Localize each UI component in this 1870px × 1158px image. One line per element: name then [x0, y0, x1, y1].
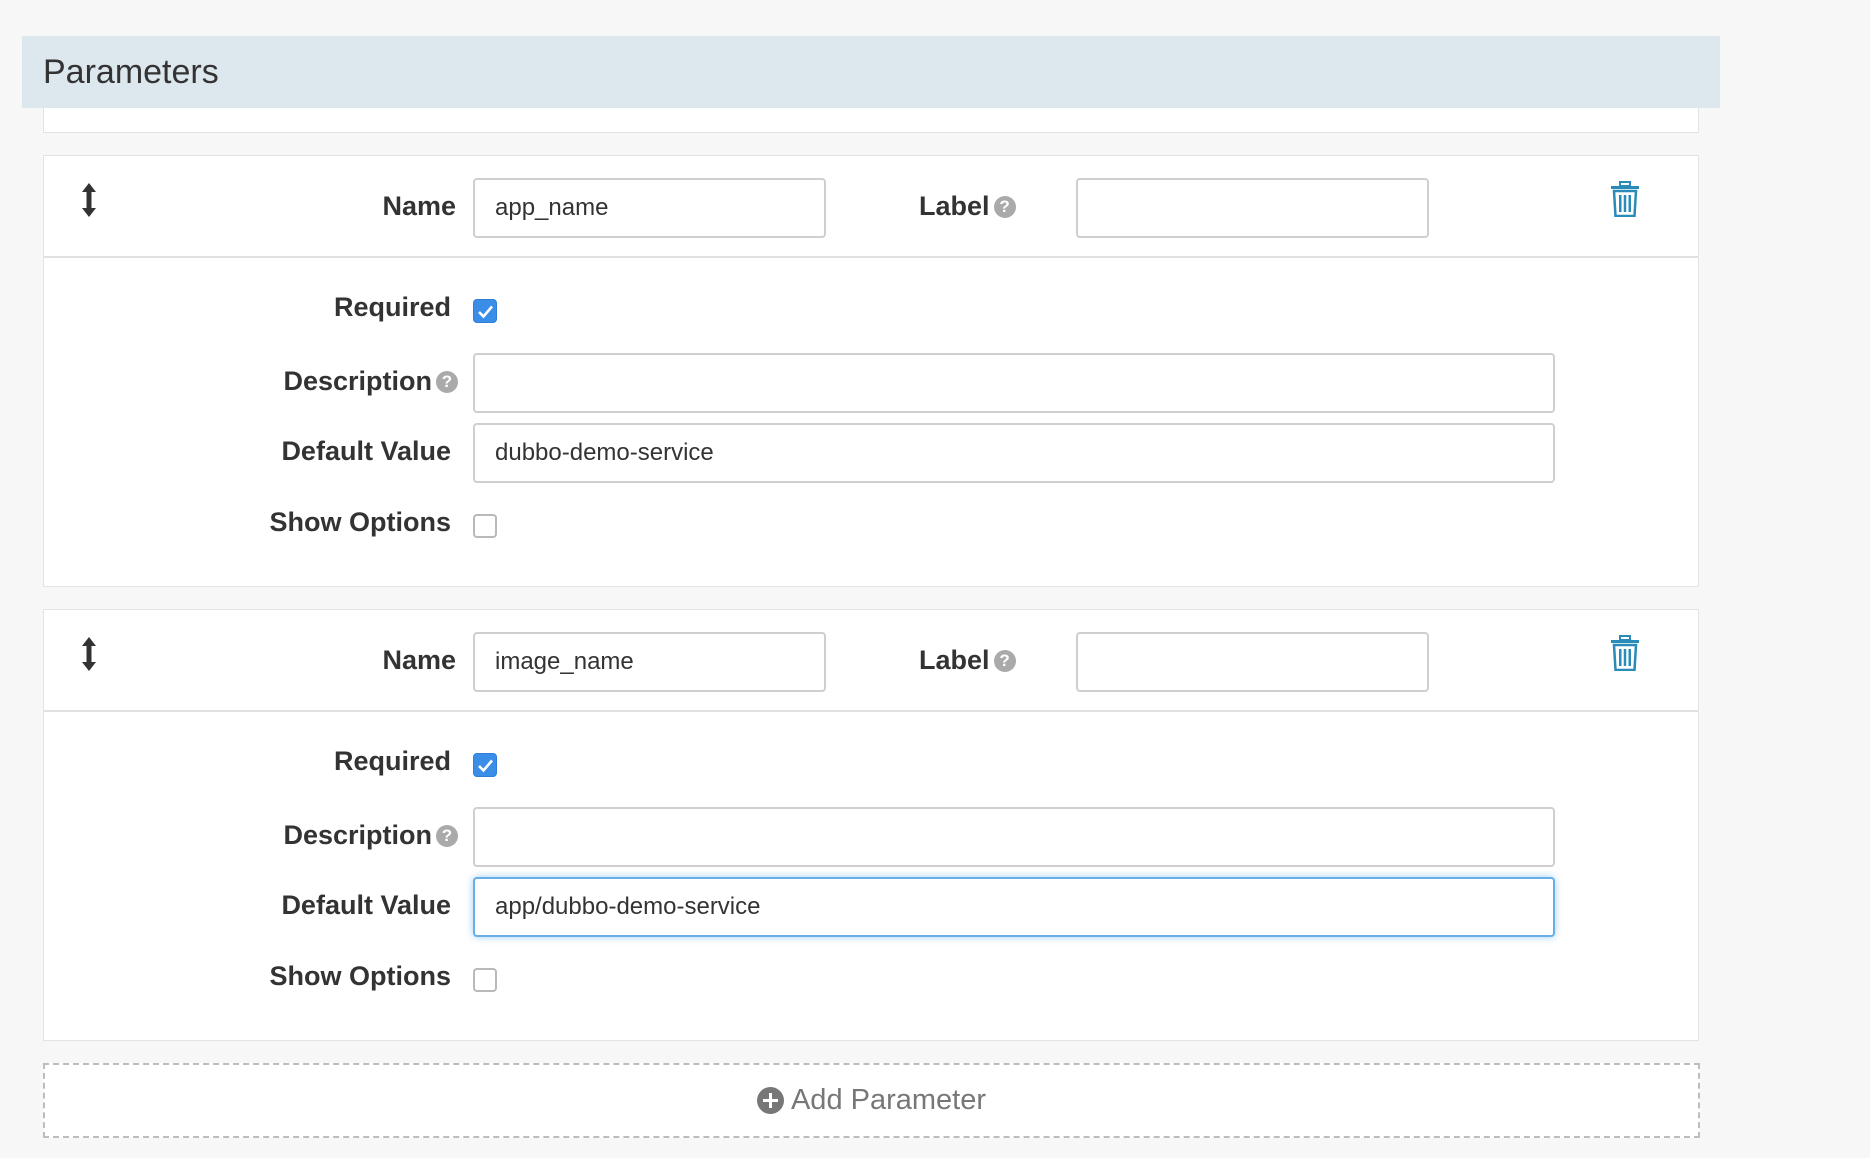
label-label: Label? — [919, 191, 1016, 222]
previous-card-edge — [43, 108, 1699, 133]
description-input[interactable] — [473, 353, 1555, 413]
add-parameter-button[interactable]: Add Parameter — [43, 1063, 1700, 1138]
help-icon[interactable]: ? — [436, 371, 458, 393]
parameter-card-header: Name Label? — [44, 610, 1698, 712]
trash-icon[interactable] — [1610, 181, 1640, 217]
help-icon[interactable]: ? — [993, 196, 1016, 218]
description-input[interactable] — [473, 807, 1555, 867]
show-options-label: Show Options — [269, 961, 452, 991]
label-label-text: Label — [919, 645, 990, 675]
required-checkbox[interactable] — [473, 753, 497, 777]
show-options-label: Show Options — [269, 507, 452, 537]
label-input[interactable] — [1076, 632, 1429, 692]
help-icon[interactable]: ? — [993, 650, 1016, 672]
name-input[interactable] — [473, 178, 826, 238]
description-label: Description? — [194, 820, 458, 851]
parameter-card: Name Label? Required Description? Defaul… — [43, 155, 1699, 587]
parameter-card: Name Label? Required Description? Defaul… — [43, 609, 1699, 1041]
checkmark-icon — [478, 759, 493, 773]
label-label-text: Label — [919, 191, 990, 221]
name-input[interactable] — [473, 632, 826, 692]
label-label: Label? — [919, 645, 1016, 676]
required-label: Required — [333, 746, 451, 776]
parameter-card-header: Name Label? — [44, 156, 1698, 258]
label-input[interactable] — [1076, 178, 1429, 238]
description-label-text: Description — [283, 366, 432, 396]
show-options-checkbox[interactable] — [473, 968, 497, 992]
default-value-input[interactable] — [473, 877, 1555, 937]
default-value-input[interactable] — [473, 423, 1555, 483]
name-label: Name — [382, 645, 456, 675]
required-label: Required — [333, 292, 451, 322]
section-title: Parameters — [43, 52, 219, 91]
required-checkbox[interactable] — [473, 299, 497, 323]
checkmark-icon — [478, 305, 493, 319]
plus-circle-icon — [756, 1087, 784, 1114]
description-label-text: Description — [283, 820, 432, 850]
default-value-label: Default Value — [281, 436, 451, 466]
drag-handle-icon[interactable] — [77, 182, 101, 218]
default-value-label: Default Value — [281, 890, 451, 920]
drag-handle-icon[interactable] — [77, 636, 101, 672]
section-header: Parameters — [22, 36, 1720, 108]
name-label: Name — [382, 191, 456, 221]
trash-icon[interactable] — [1610, 635, 1640, 671]
show-options-checkbox[interactable] — [473, 514, 497, 538]
add-parameter-label: Add Parameter — [790, 1084, 987, 1116]
description-label: Description? — [194, 366, 458, 397]
help-icon[interactable]: ? — [436, 825, 458, 847]
